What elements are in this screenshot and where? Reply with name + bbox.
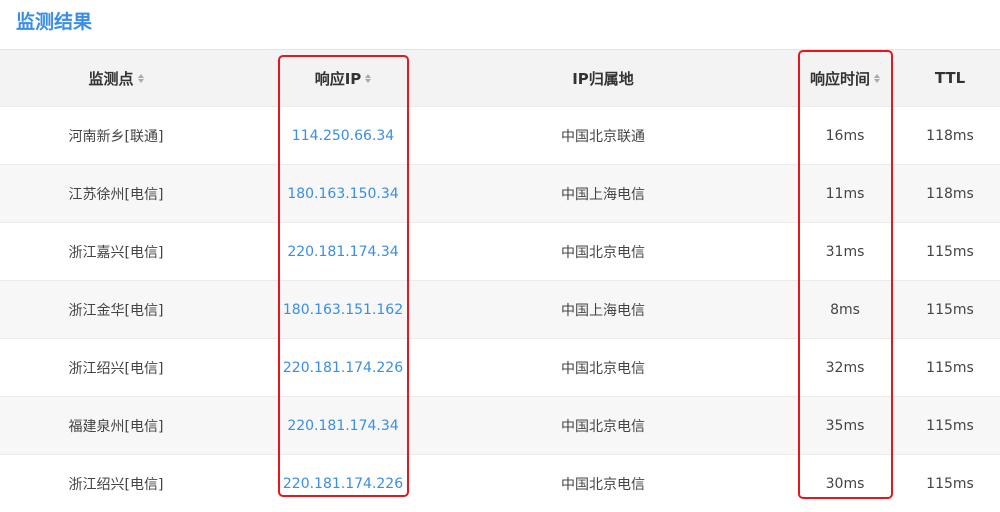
ip-region-cell: 中国北京电信 bbox=[561, 360, 645, 377]
location-cell: 浙江金华[电信] bbox=[68, 302, 164, 319]
column-header-label: TTL bbox=[934, 69, 966, 87]
ip-region-cell: 中国北京电信 bbox=[561, 244, 645, 261]
location-cell: 浙江绍兴[电信] bbox=[68, 360, 164, 377]
ip-region-cell: 中国北京电信 bbox=[561, 476, 645, 493]
column-header-label: 监测点 bbox=[88, 69, 134, 88]
column-header-response-time[interactable]: 响应时间 bbox=[798, 50, 892, 106]
table-row: 浙江绍兴[电信] 220.181.174.226 中国北京电信 30ms 115… bbox=[0, 454, 1000, 512]
ip-link[interactable]: 114.250.66.34 bbox=[278, 107, 408, 164]
response-time-cell: 11ms bbox=[825, 185, 865, 202]
location-cell: 浙江嘉兴[电信] bbox=[68, 244, 164, 261]
location-cell: 浙江绍兴[电信] bbox=[68, 476, 164, 493]
column-header-label: 响应IP bbox=[314, 69, 362, 88]
column-header-ip-region: IP归属地 bbox=[408, 50, 798, 106]
column-header-location[interactable]: 监测点 bbox=[0, 50, 232, 106]
table-header-row: 监测点 响应IP IP归属地 响应时间 TTL bbox=[0, 49, 1000, 106]
monitoring-results-table: 监测点 响应IP IP归属地 响应时间 TTL 河南新乡[联通] 114.250… bbox=[0, 49, 1000, 512]
column-header-ttl: TTL bbox=[900, 50, 1000, 106]
ip-link[interactable]: 220.181.174.226 bbox=[278, 339, 408, 396]
ttl-cell: 115ms bbox=[926, 243, 974, 260]
response-time-cell: 8ms bbox=[830, 301, 860, 318]
table-row: 福建泉州[电信] 220.181.174.34 中国北京电信 35ms 115m… bbox=[0, 396, 1000, 454]
response-time-cell: 30ms bbox=[825, 475, 865, 492]
ttl-cell: 115ms bbox=[926, 301, 974, 318]
response-time-cell: 32ms bbox=[825, 359, 865, 376]
ip-region-cell: 中国上海电信 bbox=[561, 186, 645, 203]
sort-icon[interactable] bbox=[137, 73, 144, 83]
table-row: 浙江绍兴[电信] 220.181.174.226 中国北京电信 32ms 115… bbox=[0, 338, 1000, 396]
response-time-cell: 16ms bbox=[825, 127, 865, 144]
ip-link[interactable]: 220.181.174.226 bbox=[278, 455, 408, 512]
ip-region-cell: 中国北京联通 bbox=[561, 128, 645, 145]
location-cell: 福建泉州[电信] bbox=[68, 418, 164, 435]
section-title: 监测结果 bbox=[16, 11, 93, 33]
ip-link[interactable]: 180.163.151.162 bbox=[278, 281, 408, 338]
ip-region-cell: 中国上海电信 bbox=[561, 302, 645, 319]
ip-region-cell: 中国北京电信 bbox=[561, 418, 645, 435]
column-header-label: 响应时间 bbox=[809, 69, 870, 88]
ttl-cell: 115ms bbox=[926, 359, 974, 376]
table-row: 浙江嘉兴[电信] 220.181.174.34 中国北京电信 31ms 115m… bbox=[0, 222, 1000, 280]
table-row: 江苏徐州[电信] 180.163.150.34 中国上海电信 11ms 118m… bbox=[0, 164, 1000, 222]
ip-link[interactable]: 220.181.174.34 bbox=[278, 223, 408, 280]
response-time-cell: 35ms bbox=[825, 417, 865, 434]
location-cell: 江苏徐州[电信] bbox=[68, 186, 164, 203]
column-header-response-ip[interactable]: 响应IP bbox=[278, 50, 408, 106]
ttl-cell: 115ms bbox=[926, 475, 974, 492]
ttl-cell: 118ms bbox=[926, 127, 974, 144]
ttl-cell: 115ms bbox=[926, 417, 974, 434]
ip-link[interactable]: 220.181.174.34 bbox=[278, 397, 408, 454]
sort-icon[interactable] bbox=[365, 73, 372, 83]
column-header-label: IP归属地 bbox=[572, 69, 634, 88]
sort-icon[interactable] bbox=[874, 73, 880, 83]
table-row: 浙江金华[电信] 180.163.151.162 中国上海电信 8ms 115m… bbox=[0, 280, 1000, 338]
ip-link[interactable]: 180.163.150.34 bbox=[278, 165, 408, 222]
table-row: 河南新乡[联通] 114.250.66.34 中国北京联通 16ms 118ms bbox=[0, 106, 1000, 164]
ttl-cell: 118ms bbox=[926, 185, 974, 202]
response-time-cell: 31ms bbox=[825, 243, 865, 260]
location-cell: 河南新乡[联通] bbox=[68, 128, 164, 145]
